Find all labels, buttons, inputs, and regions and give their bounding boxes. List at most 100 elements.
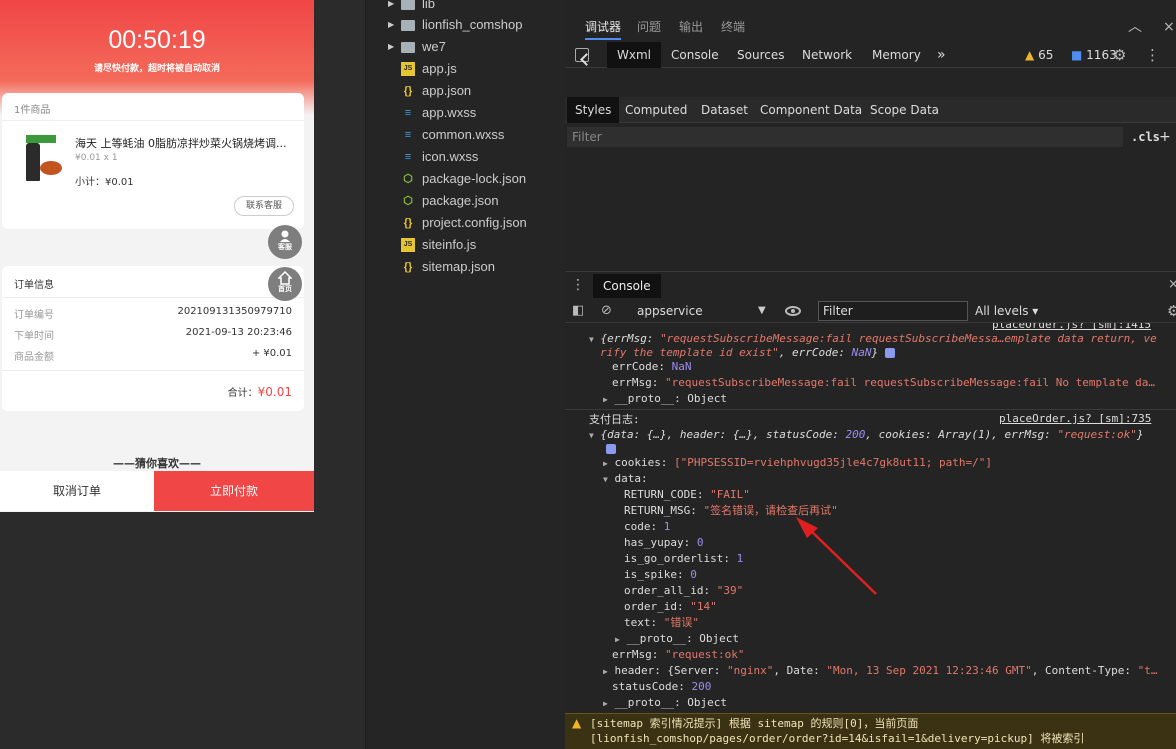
styles-tabs: Styles Computed Dataset Component Data S… xyxy=(565,97,1176,123)
tab-sources[interactable]: Sources xyxy=(727,42,794,68)
order-row-amount: 商品金额 + ¥0.01 xyxy=(14,348,292,363)
sitemap-warning: ▲ [sitemap 索引情况提示] 根据 sitemap 的规则[0]，当前页… xyxy=(565,713,1176,749)
log-object-line[interactable]: ▼ {data: {…}, header: {…}, statusCode: 2… xyxy=(589,427,1144,444)
float-home-button[interactable]: 首页 xyxy=(268,267,302,301)
float-service-label: 客服 xyxy=(278,243,292,251)
log-prop-order-id: order_id: "14" xyxy=(624,600,717,613)
contact-service-button[interactable]: 联系客服 xyxy=(234,196,294,216)
add-style-rule-button[interactable]: + xyxy=(1159,126,1171,148)
console-settings-gear-icon[interactable]: ⚙ xyxy=(1167,299,1176,323)
tab-dataset[interactable]: Dataset xyxy=(693,97,756,123)
expand-arrow-icon[interactable]: ▼ xyxy=(589,431,594,440)
json-file-icon: {} xyxy=(403,217,413,229)
expand-arrow-icon[interactable]: ▶ xyxy=(603,459,608,468)
css-file-icon: ≡ xyxy=(404,107,412,119)
styles-content xyxy=(565,148,1176,270)
log-prop-is-spike: is_spike: 0 xyxy=(624,568,697,581)
tab-scope-data[interactable]: Scope Data xyxy=(862,97,947,123)
package-file-icon: ⬡ xyxy=(403,173,413,185)
expand-arrow-icon[interactable]: ▼ xyxy=(603,475,608,484)
panel-tabs: Wxml Console Sources Network Memory » ▲ … xyxy=(565,42,1176,68)
drawer-menu-icon[interactable]: ⋮ xyxy=(571,272,585,298)
log-prop-is-go-orderlist: is_go_orderlist: 1 xyxy=(624,552,744,565)
log-prop-cookies[interactable]: ▶ cookies: ["PHPSESSID=rviehphvugd35jle4… xyxy=(603,455,992,472)
tab-wxml[interactable]: Wxml xyxy=(607,42,661,68)
log-prop-status-code: statusCode: 200 xyxy=(612,680,712,693)
log-source-link[interactable]: placeOrder.js? [sm]:1415 xyxy=(992,323,1151,331)
goods-image-label xyxy=(26,135,56,143)
log-title: 支付日志: xyxy=(589,413,640,426)
log-source-link[interactable]: placeOrder.js? [sm]:735 xyxy=(999,412,1151,425)
divider xyxy=(2,120,304,121)
console-log: placeOrder.js? [sm]:1415 ▼ {errMsg: "req… xyxy=(565,323,1176,713)
minimize-icon[interactable]: ︿ xyxy=(1128,14,1142,40)
order-info-card: 订单信息 订单编号 202109131350979710 下单时间 2021-0… xyxy=(2,266,304,411)
expand-arrow-icon[interactable]: ▶ xyxy=(388,36,394,58)
live-expression-eye-icon[interactable] xyxy=(785,306,801,316)
tab-output[interactable]: 输出 xyxy=(679,14,703,40)
goods-count: 1件商品 xyxy=(14,105,51,116)
warning-icon: ▲ xyxy=(1025,48,1035,62)
log-levels-select[interactable]: All levels ▾ xyxy=(975,299,1038,323)
tab-styles[interactable]: Styles xyxy=(567,97,620,123)
goods-title[interactable]: 海天 上等蚝油 0脂肪凉拌炒菜火锅烧烤调... xyxy=(75,135,295,151)
log-prop-header[interactable]: ▶ header: {Server: "nginx", Date: "Mon, … xyxy=(603,663,1158,680)
order-row-number: 订单编号 202109131350979710 xyxy=(14,306,292,321)
log-prop-data-proto[interactable]: ▶ __proto__: Object xyxy=(615,631,739,648)
folder-icon xyxy=(401,0,415,10)
tab-computed[interactable]: Computed xyxy=(617,97,695,123)
expand-arrow-icon[interactable]: ▶ xyxy=(603,667,608,676)
tab-component-data[interactable]: Component Data xyxy=(752,97,870,123)
tab-network[interactable]: Network xyxy=(792,42,862,68)
expand-arrow-icon[interactable]: ▶ xyxy=(603,395,608,404)
home-icon xyxy=(278,271,292,285)
drawer-tab-console[interactable]: Console xyxy=(593,274,661,298)
sidebar-toggle-icon[interactable]: ◧ xyxy=(572,299,584,323)
expand-arrow-icon[interactable]: ▶ xyxy=(388,14,394,36)
console-filter-input[interactable]: Filter xyxy=(818,301,968,321)
tab-terminal[interactable]: 终端 xyxy=(721,14,745,40)
tab-memory[interactable]: Memory xyxy=(862,42,931,68)
log-prop-errcode: errCode: NaN xyxy=(612,360,692,373)
css-file-icon: ≡ xyxy=(404,129,412,141)
goods-image-dish xyxy=(40,161,62,175)
close-drawer-icon[interactable]: × xyxy=(1168,272,1176,298)
more-options-icon[interactable]: ⋮ xyxy=(1145,42,1160,68)
pay-now-button[interactable]: 立即付款 xyxy=(154,471,314,511)
cancel-order-button[interactable]: 取消订单 xyxy=(0,471,154,511)
countdown-tip: 请尽快付款，超时将被自动取消 xyxy=(93,64,220,74)
styles-filter-input[interactable]: Filter xyxy=(567,127,1123,147)
goods-subtotal: 小计：¥0.01 xyxy=(75,177,134,188)
tab-problems[interactable]: 问题 xyxy=(637,14,661,40)
clear-console-icon[interactable]: ⊘ xyxy=(601,299,612,323)
more-tabs-icon[interactable]: » xyxy=(927,42,956,68)
expand-arrow-icon[interactable]: ▶ xyxy=(615,635,620,644)
close-icon[interactable]: × xyxy=(1163,14,1175,40)
expand-arrow-icon[interactable]: ▶ xyxy=(388,0,394,15)
context-select[interactable]: appservice xyxy=(637,299,703,323)
log-prop-return-msg: RETURN_MSG: "签名错误，请检查后再试" xyxy=(624,504,838,517)
log-prop-data[interactable]: ▼ data: xyxy=(603,471,648,488)
cls-toggle-button[interactable]: .cls xyxy=(1131,126,1160,148)
chevron-down-icon[interactable]: ▼ xyxy=(758,299,766,323)
log-prop-root-proto[interactable]: ▶ __proto__: Object xyxy=(603,695,727,712)
log-prop-errmsg: errMsg: "requestSubscribeMessage:fail re… xyxy=(612,376,1156,389)
console-drawer-tabs: ⋮ Console × xyxy=(565,271,1176,298)
log-prop-proto[interactable]: ▶ __proto__: Object xyxy=(603,391,727,408)
phone-simulator: 00:50:19 请尽快付款，超时将被自动取消 1件商品 海天 上等蚝油 0脂肪… xyxy=(0,0,314,512)
float-service-button[interactable]: 客服 xyxy=(268,225,302,259)
message-count[interactable]: ■ 1163 xyxy=(1071,42,1117,68)
warning-count[interactable]: ▲ 65 xyxy=(1025,42,1053,68)
order-row-value: 202109131350979710 xyxy=(177,306,292,317)
tab-debugger[interactable]: 调试器 xyxy=(585,14,622,40)
goods-image[interactable] xyxy=(20,135,62,183)
gear-icon[interactable]: ⚙ xyxy=(1113,42,1126,68)
expand-arrow-icon[interactable]: ▼ xyxy=(589,335,594,344)
js-file-icon: JS xyxy=(401,62,415,76)
devtools-panel: 调试器 问题 输出 终端 ︿ × Wxml Console Sources Ne… xyxy=(565,0,1176,749)
tab-console[interactable]: Console xyxy=(661,42,729,68)
order-row-label: 订单编号 xyxy=(14,310,54,321)
inspect-element-icon[interactable] xyxy=(575,48,589,62)
log-prop-return-code: RETURN_CODE: "FAIL" xyxy=(624,488,750,501)
expand-arrow-icon[interactable]: ▶ xyxy=(603,699,608,708)
